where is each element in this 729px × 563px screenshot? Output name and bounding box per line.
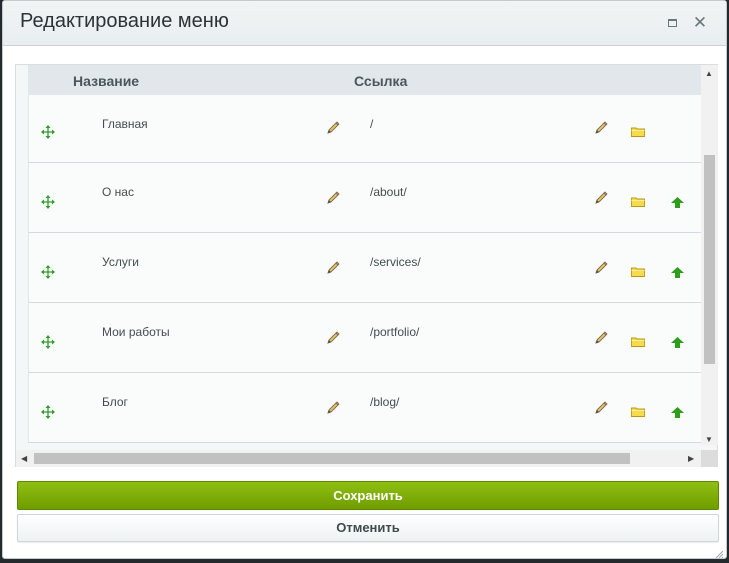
table-viewport: Название Ссылка Главная / О нас/about/Услу… (28, 65, 701, 445)
table-row: Мои работы/portfolio/ (28, 303, 701, 373)
menu-item-name: О нас (102, 185, 134, 199)
scrollbar-corner (701, 450, 718, 467)
menu-item-name: Услуги (102, 255, 139, 269)
folder-icon[interactable] (631, 126, 645, 137)
drag-move-icon[interactable] (41, 195, 55, 209)
move-up-arrow-icon[interactable] (671, 407, 684, 418)
menu-item-link: /portfolio/ (370, 325, 420, 339)
horizontal-scrollbar[interactable]: ◀ ▶ (16, 450, 701, 467)
menu-item-link: /services/ (370, 255, 421, 269)
column-header-name: Название (73, 73, 140, 89)
menu-item-link: / (370, 117, 374, 131)
maximize-icon[interactable] (664, 15, 680, 31)
save-button[interactable]: Сохранить (17, 481, 719, 510)
menu-item-link: /blog/ (370, 395, 400, 409)
edit-name-pencil-icon[interactable] (326, 261, 340, 275)
folder-icon[interactable] (631, 266, 645, 277)
scroll-up-arrow-icon[interactable]: ▲ (705, 69, 713, 78)
scroll-down-arrow-icon[interactable]: ▼ (705, 435, 713, 444)
resize-grip-icon[interactable] (714, 546, 724, 558)
move-up-arrow-icon[interactable] (671, 197, 684, 208)
menu-table-container: Название Ссылка Главная / О нас/about/Услу… (15, 64, 718, 467)
vertical-scroll-thumb[interactable] (704, 155, 715, 364)
table-header: Название Ссылка (28, 65, 701, 95)
folder-icon[interactable] (631, 196, 645, 207)
menu-item-name: Блог (102, 395, 128, 409)
edit-link-pencil-icon[interactable] (594, 121, 608, 135)
menu-item-name: Главная (102, 117, 148, 131)
drag-move-icon[interactable] (41, 125, 55, 139)
edit-name-pencil-icon[interactable] (326, 401, 340, 415)
table-row: Услуги/services/ (28, 233, 701, 303)
folder-icon[interactable] (631, 406, 645, 417)
drag-move-icon[interactable] (41, 335, 55, 349)
drag-move-icon[interactable] (41, 405, 55, 419)
drag-move-icon[interactable] (41, 265, 55, 279)
vertical-scrollbar[interactable]: ▲ ▼ (701, 65, 718, 445)
edit-name-pencil-icon[interactable] (326, 331, 340, 345)
menu-item-name: Мои работы (102, 325, 170, 339)
table-row: О нас/about/ (28, 163, 701, 233)
edit-link-pencil-icon[interactable] (594, 191, 608, 205)
close-icon[interactable]: ✕ (692, 13, 708, 32)
column-header-link: Ссылка (354, 73, 408, 89)
dialog-titlebar[interactable]: Редактирование меню ✕ (3, 1, 726, 46)
table-row: Блог/blog/ (28, 373, 701, 443)
menu-table: Название Ссылка Главная / О нас/about/Услу… (28, 65, 701, 443)
table-row: Главная / (28, 95, 701, 163)
edit-name-pencil-icon[interactable] (326, 121, 340, 135)
edit-link-pencil-icon[interactable] (594, 261, 608, 275)
cancel-button[interactable]: Отменить (17, 514, 719, 542)
scroll-right-arrow-icon[interactable]: ▶ (688, 454, 694, 463)
move-up-arrow-icon[interactable] (671, 337, 684, 348)
edit-link-pencil-icon[interactable] (594, 331, 608, 345)
horizontal-scroll-thumb[interactable] (34, 453, 630, 464)
edit-link-pencil-icon[interactable] (594, 401, 608, 415)
dialog-title: Редактирование меню (20, 10, 229, 32)
edit-name-pencil-icon[interactable] (326, 191, 340, 205)
edit-menu-dialog: Редактирование меню ✕ Название Ссылка Гл… (2, 0, 727, 559)
scroll-left-arrow-icon[interactable]: ◀ (21, 454, 27, 463)
folder-icon[interactable] (631, 336, 645, 347)
menu-item-link: /about/ (370, 185, 407, 199)
move-up-arrow-icon[interactable] (671, 267, 684, 278)
